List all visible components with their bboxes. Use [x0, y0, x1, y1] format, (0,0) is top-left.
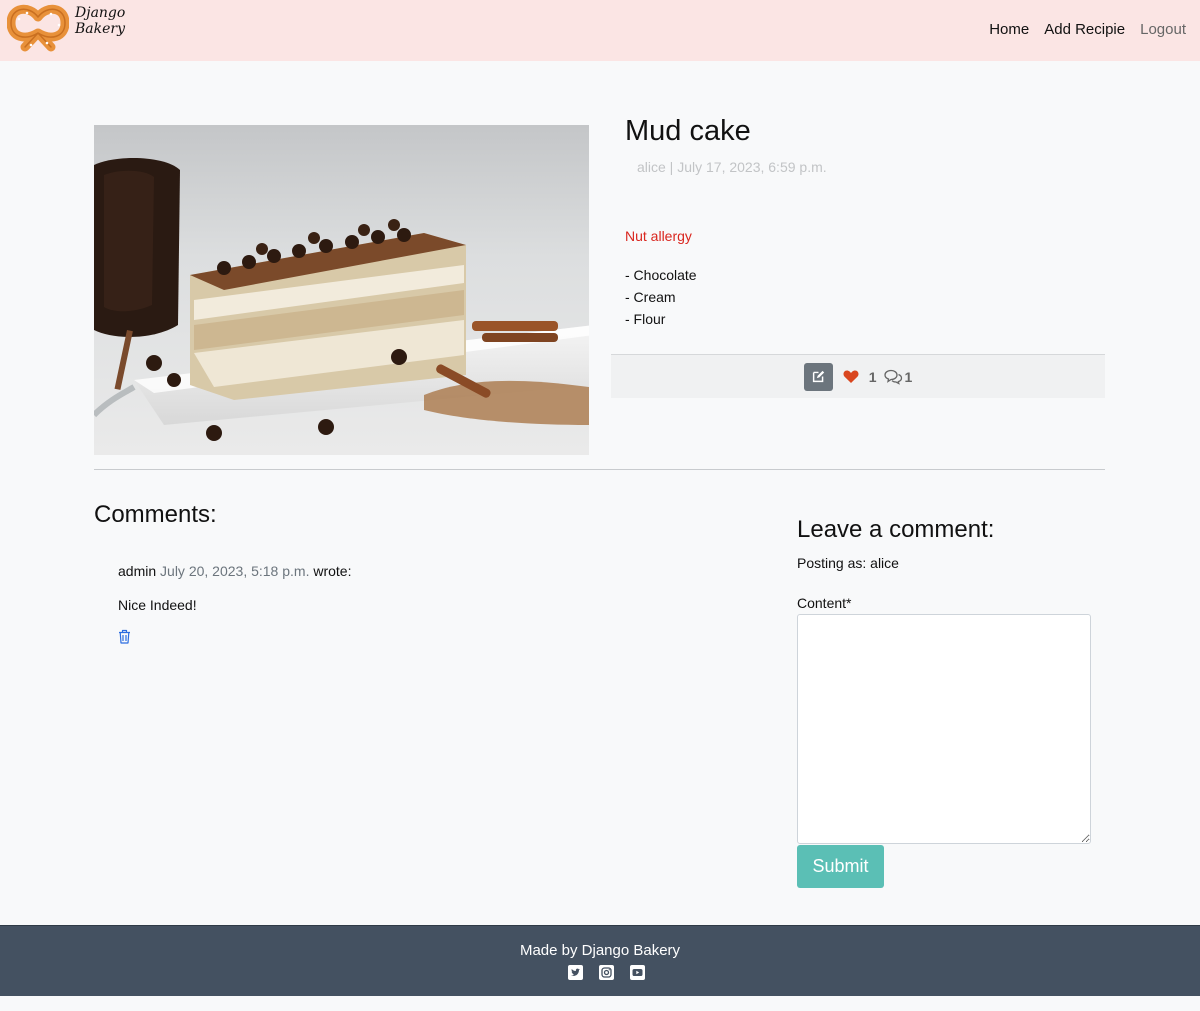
ingredient-item: - Cream	[625, 289, 676, 305]
instagram-icon[interactable]	[599, 965, 614, 980]
content-textarea[interactable]	[797, 614, 1091, 844]
recipe-image	[94, 125, 589, 455]
ingredient-item: - Flour	[625, 311, 666, 327]
trash-icon	[119, 629, 130, 644]
recipe-title: Mud cake	[625, 115, 751, 147]
edit-recipe-button[interactable]	[803, 362, 833, 391]
like-count: 1	[868, 368, 877, 385]
recipe-action-bar: 1 1	[611, 354, 1105, 398]
comment-count-control: 1	[883, 368, 913, 385]
ingredients-list: - Chocolate - Cream - Flour	[625, 264, 697, 330]
comment-header: admin July 20, 2023, 5:18 p.m. wrote:	[118, 563, 718, 579]
navbar: Django Bakery Home Add Recipie Logout	[0, 0, 1200, 61]
comment-item: admin July 20, 2023, 5:18 p.m. wrote: Ni…	[118, 563, 718, 647]
comment-suffix: wrote:	[313, 563, 352, 579]
nav-links: Home Add Recipie Logout	[989, 21, 1186, 38]
cake-photo	[94, 125, 589, 455]
comment-count: 1	[904, 368, 913, 385]
comments-icon	[883, 369, 902, 385]
brand-link[interactable]: Django Bakery	[7, 3, 167, 55]
brand-name: Django Bakery	[75, 5, 126, 37]
leave-comment-heading: Leave a comment:	[797, 516, 995, 543]
recipe-author-date: alice | July 17, 2023, 6:59 p.m.	[637, 159, 827, 175]
submit-button[interactable]: Submit	[797, 845, 884, 888]
edit-icon	[812, 370, 824, 383]
allergy-note: Nut allergy	[625, 228, 692, 244]
footer-text: Made by Django Bakery	[519, 942, 681, 959]
comment-author: admin	[118, 563, 157, 579]
content-label: Content*	[797, 595, 852, 611]
section-divider	[94, 469, 1105, 470]
posting-as-text: Posting as: alice	[797, 555, 899, 571]
footer: Made by Django Bakery	[0, 925, 1200, 996]
nav-home-link[interactable]: Home	[989, 21, 1029, 38]
youtube-icon[interactable]	[630, 965, 645, 980]
twitter-icon[interactable]	[568, 965, 583, 980]
heart-icon	[843, 370, 859, 383]
comment-date: July 20, 2023, 5:18 p.m.	[160, 563, 310, 579]
like-control[interactable]: 1	[843, 369, 877, 385]
comments-heading: Comments:	[94, 501, 217, 528]
pretzel-logo-icon	[7, 4, 69, 52]
nav-add-recipe-link[interactable]: Add Recipie	[1044, 21, 1125, 38]
nav-logout-link[interactable]: Logout	[1140, 21, 1186, 38]
comment-body: Nice Indeed!	[118, 597, 197, 613]
delete-comment-button[interactable]	[118, 629, 131, 647]
social-links	[568, 965, 645, 980]
ingredient-item: - Chocolate	[625, 267, 697, 283]
